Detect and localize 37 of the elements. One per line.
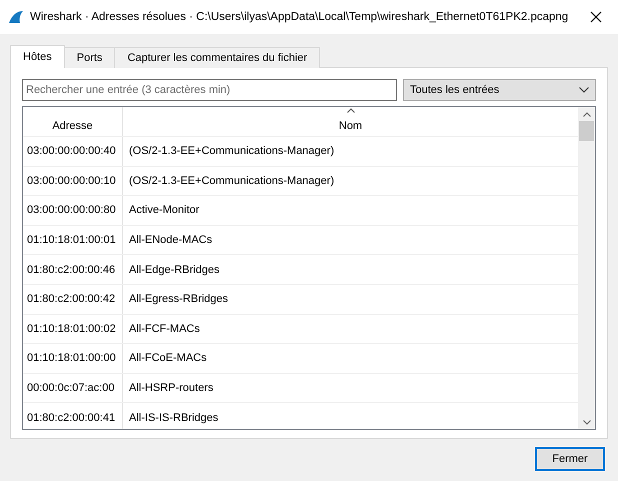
tab[interactable]: Ports (64, 47, 116, 68)
table-cell: 03:00:00:00:00:80 (23, 196, 123, 225)
table-cell: 03:00:00:00:00:40 (23, 137, 123, 166)
table-cell-text: All-Edge-RBridges (128, 262, 220, 278)
scroll-up-icon[interactable] (582, 112, 590, 117)
scrollbar-thumb[interactable] (579, 121, 594, 141)
tab[interactable]: Hôtes (10, 45, 65, 68)
fin-logo-icon (8, 9, 24, 25)
table-cell-text: All-IS-IS-RBridges (128, 410, 220, 426)
table-cell-text: All-Egress-RBridges (128, 292, 230, 308)
chevron-down-icon (579, 87, 589, 93)
column-header[interactable]: Adresse (23, 107, 123, 136)
table-cell-text: All-HSRP-routers (128, 381, 214, 396)
scrollbar[interactable] (578, 107, 595, 429)
table-cell-text: All-FCF-MACs (128, 322, 201, 337)
table-cell-text: (OS/2-1.3-EE+Communications-Manager) (128, 144, 336, 160)
close-dialog-button[interactable]: Fermer (535, 447, 605, 471)
filter-dropdown[interactable]: Toutes les entrées (403, 79, 596, 101)
table-cell: 01:80:c2:00:00:46 (23, 255, 123, 284)
table-cell: 01:80:c2:00:00:41 (23, 403, 123, 429)
table-cell: 01:10:18:01:00:01 (23, 226, 123, 254)
table-cell: 01:80:c2:00:00:42 (23, 284, 123, 314)
table-cell: 01:10:18:01:00:00 (23, 344, 123, 373)
scroll-down-icon[interactable] (582, 420, 590, 425)
table-cell-text: (OS/2-1.3-EE+Communications-Manager) (128, 174, 336, 189)
column-header[interactable]: Nom (123, 107, 578, 136)
table-cell: 00:00:0c:07:ac:00 (23, 374, 123, 402)
window-title: Wireshark · Adresses résolues · C:\Users\ilyas\AppData\Local\Temp\wireshark_Ethernet0T61PK2.pcapng (30, 11, 568, 23)
table-cell: 03:00:00:00:00:10 (23, 166, 123, 196)
table-cell-text: All-FCoE-MACs (128, 351, 208, 366)
search-field[interactable]: Rechercher une entrée (3 caractères min) (22, 79, 397, 101)
close-icon (590, 11, 602, 23)
tab[interactable]: Capturer les commentaires du fichier (114, 47, 320, 68)
table-cell: 01:10:18:01:00:02 (23, 314, 123, 344)
table-cell-text: All-ENode-MACs (128, 233, 214, 248)
table-cell-text: Active-Monitor (128, 203, 200, 218)
sort-caret-icon (346, 108, 354, 113)
